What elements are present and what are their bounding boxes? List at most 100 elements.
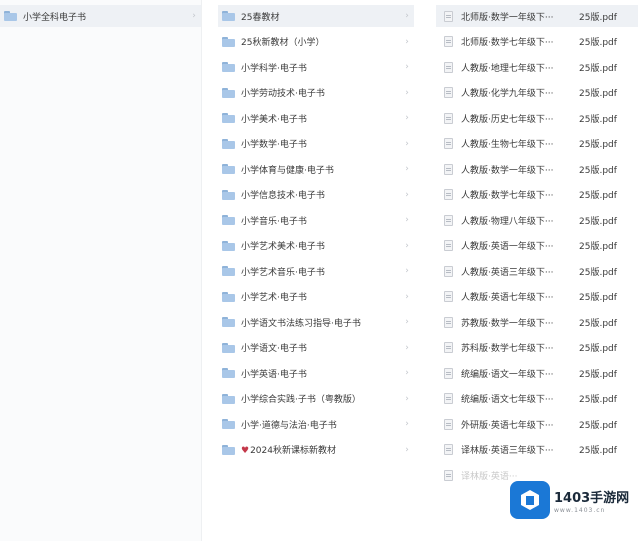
- file-row[interactable]: 统编版·语文一年级下··· 25版.pdf: [436, 362, 638, 384]
- file-row[interactable]: 人教版·地理七年级下··· 25版.pdf: [436, 56, 638, 78]
- folder-name: 小学信息技术·电子书: [241, 191, 325, 201]
- file-name: 苏科版·数学七年级下···: [461, 344, 554, 354]
- file-row[interactable]: 北师版·数学一年级下··· 25版.pdf: [436, 5, 638, 27]
- folder-row[interactable]: 小学艺术·电子书 ›: [218, 286, 414, 308]
- pdf-file-icon: [444, 240, 453, 251]
- pane-root-folders: 小学全科电子书 ›: [0, 0, 202, 541]
- file-name: 北师版·数学七年级下···: [461, 38, 554, 48]
- pdf-file-icon: [444, 138, 453, 149]
- file-row[interactable]: 人教版·英语三年级下··· 25版.pdf: [436, 260, 638, 282]
- folder-row[interactable]: 25秋新教材（小学） ›: [218, 31, 414, 53]
- file-name: 人教版·数学七年级下···: [461, 191, 554, 201]
- site-watermark: 1403手游网 www.1403.cn: [510, 479, 632, 521]
- file-row[interactable]: 苏科版·数学七年级下··· 25版.pdf: [436, 337, 638, 359]
- folder-name: 小学全科电子书: [23, 12, 87, 23]
- folder-icon: [222, 36, 235, 47]
- file-row[interactable]: 外研版·英语七年级下··· 25版.pdf: [436, 413, 638, 435]
- folder-row[interactable]: 小学全科电子书 ›: [0, 5, 201, 27]
- file-name: 译林版·英语三年级下···: [461, 446, 554, 456]
- file-extension: 25版.pdf: [579, 318, 617, 329]
- watermark-title: 1403手游网: [554, 490, 630, 506]
- folder-row[interactable]: 小学语文·电子书 ›: [218, 337, 414, 359]
- folder-icon: [222, 291, 235, 302]
- file-extension: 25版.pdf: [579, 165, 617, 176]
- folder-icon: [222, 368, 235, 378]
- folder-row[interactable]: 小学科学·电子书 ›: [218, 56, 414, 78]
- folder-row[interactable]: 小学体育与健康·电子书 ›: [218, 158, 414, 180]
- folder-name: 小学劳动技术·电子书: [241, 89, 325, 99]
- chevron-right-icon: ›: [405, 393, 409, 404]
- file-name: 统编版·语文七年级下···: [461, 395, 554, 405]
- pdf-file-icon: [444, 418, 453, 430]
- file-row[interactable]: 人教版·英语一年级下··· 25版.pdf: [436, 235, 638, 257]
- file-row[interactable]: 北师版·数学七年级下··· 25版.pdf: [436, 31, 638, 53]
- folder-icon: [222, 419, 235, 429]
- file-name: 人教版·英语一年级下···: [461, 242, 554, 252]
- file-extension: 25版.pdf: [579, 38, 617, 48]
- folder-icon: [222, 266, 235, 276]
- file-extension: 25版.pdf: [579, 242, 617, 252]
- file-name: 人教版·物理八年级下···: [461, 216, 554, 227]
- pdf-file-icon: [444, 367, 453, 379]
- folder-row[interactable]: 小学综合实践·子书（粤教版） ›: [218, 388, 414, 410]
- pdf-file-icon: [444, 469, 453, 481]
- pdf-file-icon: [444, 342, 453, 353]
- pane-subfolders: 25春教材 › 25秋新教材（小学） › 小学科学·电子书 › 小学劳动技术·电子书 › 小学美…: [218, 0, 414, 541]
- folder-row[interactable]: 小学语文书法练习指导·电子书 ›: [218, 311, 414, 333]
- chevron-right-icon: ›: [405, 240, 409, 251]
- heart-icon: ♥: [241, 446, 250, 456]
- pdf-file-icon: [444, 10, 453, 22]
- file-name: 人教版·英语三年级下···: [461, 267, 554, 278]
- chevron-right-icon: ›: [192, 11, 196, 21]
- file-name: 人教版·生物七年级下···: [461, 140, 554, 150]
- file-row[interactable]: 人教版·化学九年级下··· 25版.pdf: [436, 82, 638, 104]
- folder-row[interactable]: 小学劳动技术·电子书 ›: [218, 82, 414, 104]
- pdf-file-icon: [444, 444, 453, 455]
- watermark-logo-icon: [510, 481, 550, 519]
- folder-row[interactable]: 小学美术·电子书 ›: [218, 107, 414, 129]
- file-row[interactable]: 人教版·生物七年级下··· 25版.pdf: [436, 133, 638, 155]
- pane-files: 北师版·数学一年级下··· 25版.pdf 北师版·数学七年级下··· 25版.pdf…: [436, 0, 638, 541]
- file-row[interactable]: 统编版·语文七年级下··· 25版.pdf: [436, 388, 638, 410]
- folder-name: 小学美术·电子书: [241, 114, 307, 125]
- folder-row[interactable]: 小学数学·电子书 ›: [218, 133, 414, 155]
- chevron-right-icon: ›: [405, 419, 409, 429]
- folder-name: 小学数学·电子书: [241, 140, 307, 150]
- file-extension: 25版.pdf: [579, 344, 617, 354]
- chevron-right-icon: ›: [405, 138, 409, 149]
- file-row[interactable]: 人教版·数学一年级下··· 25版.pdf: [436, 158, 638, 180]
- folder-row[interactable]: 25春教材 ›: [218, 5, 414, 27]
- folder-name-text: 2024秋新课标新教材: [250, 446, 336, 456]
- chevron-right-icon: ›: [405, 11, 409, 21]
- folder-row[interactable]: 小学艺术音乐·电子书 ›: [218, 260, 414, 282]
- file-row[interactable]: 人教版·物理八年级下··· 25版.pdf: [436, 209, 638, 231]
- file-extension: 25版.pdf: [579, 293, 617, 303]
- pdf-file-icon: [444, 393, 453, 404]
- folder-name: 小学体育与健康·电子书: [241, 165, 334, 176]
- pdf-file-icon: [444, 163, 453, 175]
- file-row[interactable]: 人教版·数学七年级下··· 25版.pdf: [436, 184, 638, 206]
- pdf-file-icon: [444, 214, 453, 226]
- file-extension: 25版.pdf: [579, 12, 617, 23]
- folder-name: 小学艺术音乐·电子书: [241, 267, 325, 278]
- file-extension: 25版.pdf: [579, 369, 617, 380]
- file-row[interactable]: 译林版·英语三年级下··· 25版.pdf: [436, 439, 638, 461]
- folder-row[interactable]: 小学英语·电子书 ›: [218, 362, 414, 384]
- chevron-right-icon: ›: [405, 113, 409, 123]
- folder-row[interactable]: 小学·道德与法治·电子书 ›: [218, 413, 414, 435]
- folder-row[interactable]: 小学艺术美术·电子书 ›: [218, 235, 414, 257]
- folder-row[interactable]: 小学信息技术·电子书 ›: [218, 184, 414, 206]
- chevron-right-icon: ›: [405, 266, 409, 276]
- folder-name: 小学英语·电子书: [241, 369, 307, 380]
- pdf-file-icon: [444, 265, 453, 277]
- pdf-file-icon: [444, 36, 453, 47]
- file-row[interactable]: 人教版·英语七年级下··· 25版.pdf: [436, 286, 638, 308]
- file-row[interactable]: 人教版·历史七年级下··· 25版.pdf: [436, 107, 638, 129]
- folder-name: 小学语文·电子书: [241, 344, 307, 354]
- file-row[interactable]: 苏教版·数学一年级下··· 25版.pdf: [436, 311, 638, 333]
- file-extension: 25版.pdf: [579, 267, 617, 278]
- chevron-right-icon: ›: [405, 444, 409, 455]
- folder-row[interactable]: ♥2024秋新课标新教材 ›: [218, 439, 414, 461]
- folder-icon: [222, 342, 235, 353]
- folder-row[interactable]: 小学音乐·电子书 ›: [218, 209, 414, 231]
